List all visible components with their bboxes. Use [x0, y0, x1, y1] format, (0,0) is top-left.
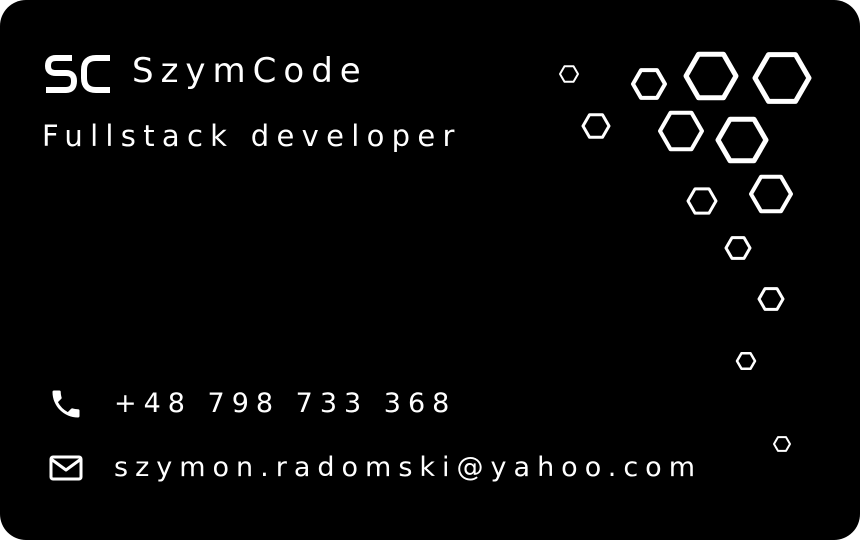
hexagon-icon [715, 116, 769, 164]
hexagon-icon [773, 436, 791, 452]
hexagon-icon [735, 351, 757, 371]
hexagon-icon [752, 52, 812, 104]
hexagon-icon [559, 65, 579, 83]
hexagon-icon [757, 287, 785, 311]
hexagon-icon [658, 110, 704, 152]
business-card: SzymCode Fullstack developer +48 798 733… [0, 0, 860, 540]
hexagon-icon [631, 68, 667, 100]
hexagon-icon [686, 187, 718, 215]
hexagon-icon [724, 236, 752, 260]
hexagon-icon [683, 51, 739, 101]
hexagon-decoration [559, 51, 812, 452]
hexagon-icon [581, 113, 611, 139]
hexagon-icon [749, 174, 793, 214]
